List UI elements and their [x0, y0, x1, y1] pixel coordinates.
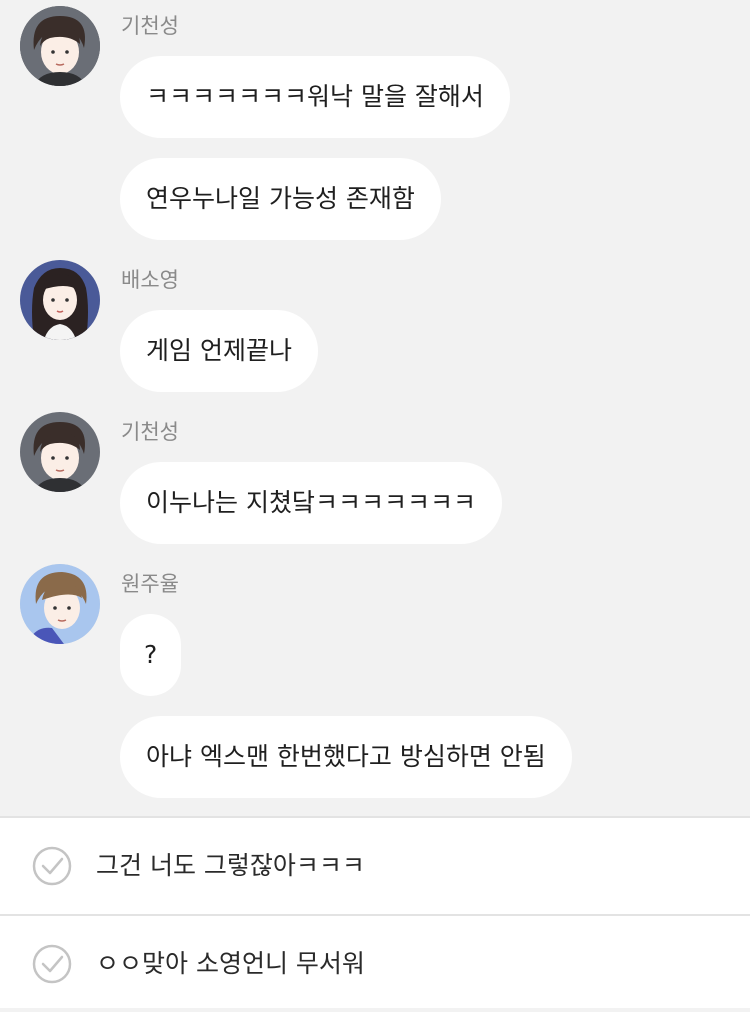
message-bubble: 게임 언제끝나 — [120, 310, 318, 392]
sender-name: 원주율 — [121, 572, 179, 596]
message-bubble: 이누나는 지쳤닼ㅋㅋㅋㅋㅋㅋㅋ — [120, 462, 502, 544]
reply-option-label: ㅇㅇ맞아 소영언니 무서워 — [96, 949, 365, 978]
avatar-kicheonseong[interactable] — [20, 6, 100, 86]
male-avatar-icon — [20, 6, 100, 86]
male-avatar-icon — [20, 412, 100, 492]
sender-name: 기천성 — [121, 14, 179, 38]
reply-options-panel: 그건 너도 그렇잖아ㅋㅋㅋ ㅇㅇ맞아 소영언니 무서워 — [0, 816, 750, 1008]
female-avatar-icon — [20, 260, 100, 340]
check-circle-icon — [32, 944, 72, 984]
message-bubble: 연우누나일 가능성 존재함 — [120, 158, 441, 240]
message-bubble: ㅋㅋㅋㅋㅋㅋㅋ워낙 말을 잘해서 — [120, 56, 510, 138]
message-bubble: 아냐 엑스맨 한번했다고 방심하면 안됨 — [120, 716, 572, 798]
check-circle-icon — [32, 846, 72, 886]
avatar-baesoyoung[interactable] — [20, 260, 100, 340]
reply-option[interactable]: 그건 너도 그렇잖아ㅋㅋㅋ — [0, 818, 750, 914]
sender-name: 기천성 — [121, 420, 179, 444]
message-bubble: ? — [120, 614, 182, 696]
reply-option[interactable]: ㅇㅇ맞아 소영언니 무서워 — [0, 916, 750, 1012]
sender-name: 배소영 — [121, 268, 179, 292]
avatar-wonjuyul[interactable] — [20, 564, 100, 644]
chat-area: 기천성 ㅋㅋㅋㅋㅋㅋㅋ워낙 말을 잘해서 연우누나일 가능성 존재함 배소영 게… — [0, 0, 750, 816]
reply-option-label: 그건 너도 그렇잖아ㅋㅋㅋ — [96, 851, 365, 880]
avatar-kicheonseong[interactable] — [20, 412, 100, 492]
male-avatar-icon — [20, 564, 100, 644]
